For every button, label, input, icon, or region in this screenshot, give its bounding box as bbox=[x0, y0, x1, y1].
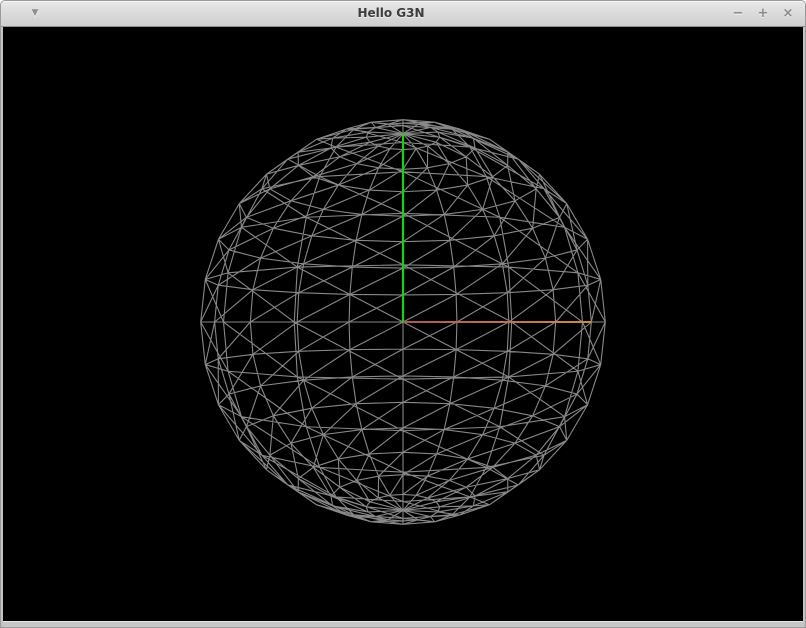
app-window: ▼ Hello G3N − + × bbox=[0, 0, 806, 628]
window-bottom-border bbox=[3, 621, 803, 627]
close-icon: × bbox=[783, 6, 794, 21]
window-title: Hello G3N bbox=[61, 1, 721, 26]
3d-scene bbox=[3, 27, 803, 621]
title-bar[interactable]: ▼ Hello G3N − + × bbox=[1, 1, 805, 27]
window-menu-icon: ▼ bbox=[32, 8, 39, 18]
maximize-button[interactable]: + bbox=[756, 1, 770, 26]
minimize-icon: − bbox=[733, 6, 744, 21]
window-controls: − + × bbox=[731, 1, 795, 26]
minimize-button[interactable]: − bbox=[731, 1, 745, 26]
window-menu-button[interactable]: ▼ bbox=[27, 1, 43, 26]
render-viewport[interactable] bbox=[3, 27, 803, 621]
close-button[interactable]: × bbox=[781, 1, 795, 26]
maximize-icon: + bbox=[758, 6, 769, 21]
